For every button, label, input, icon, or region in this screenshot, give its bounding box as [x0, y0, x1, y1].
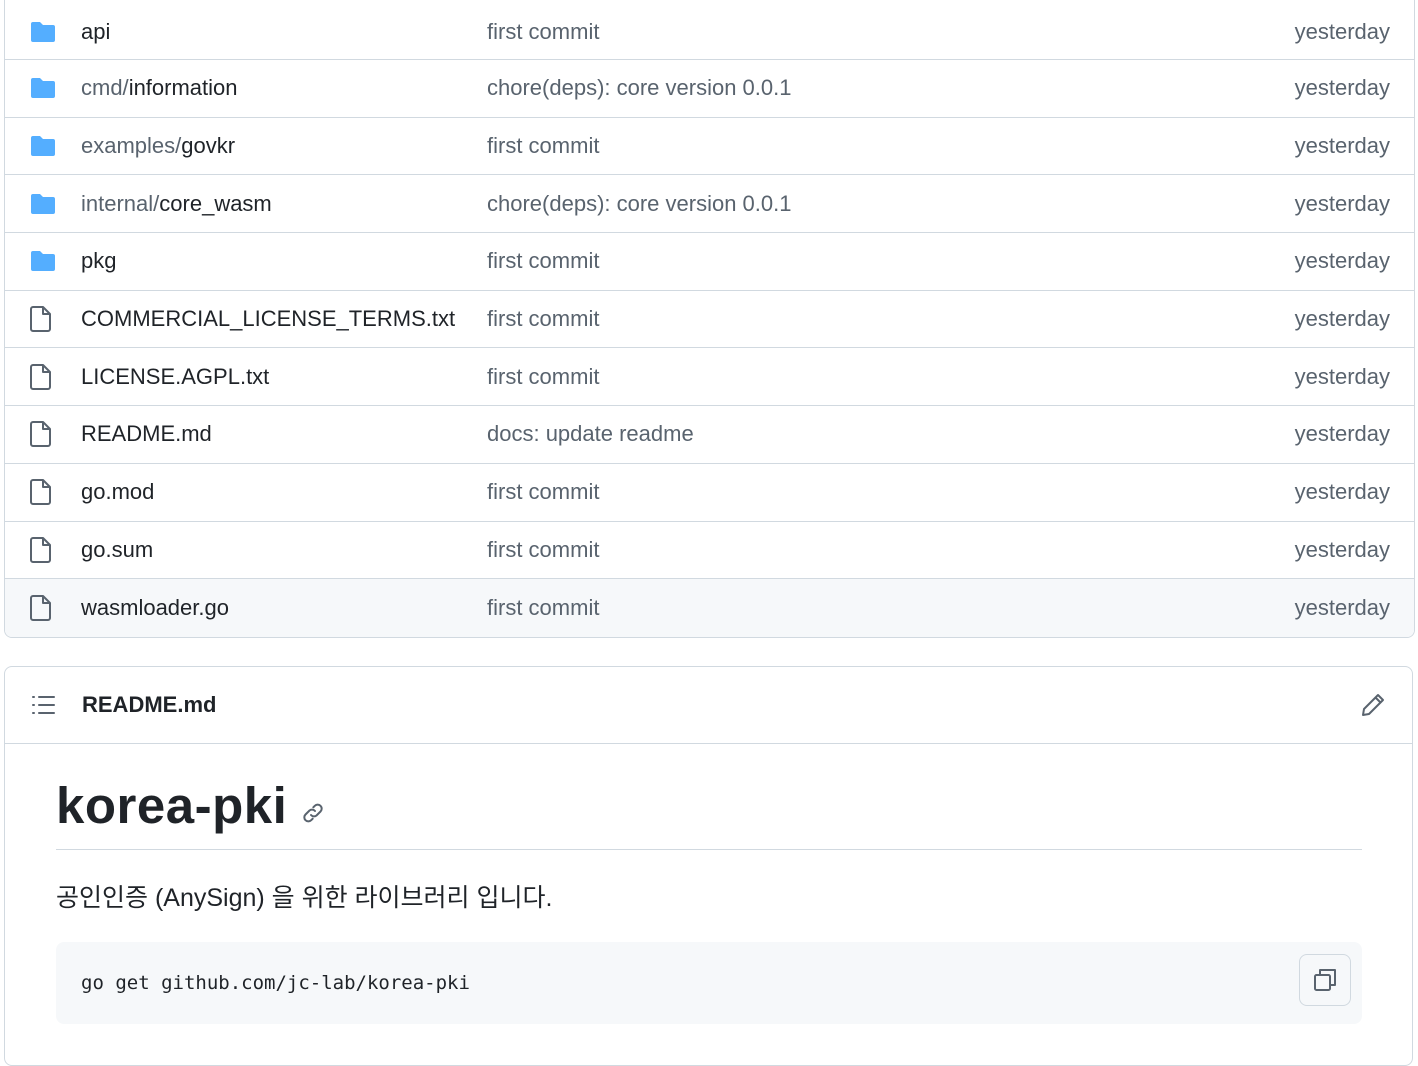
file-name-link[interactable]: internal/core_wasm [81, 191, 487, 217]
file-name-link[interactable]: wasmloader.go [81, 595, 487, 621]
file-name: pkg [81, 248, 117, 274]
commit-date: yesterday [1294, 75, 1390, 101]
file-name: wasmloader.go [81, 595, 229, 621]
file-path-prefix: cmd/ [81, 75, 129, 101]
copy-icon [1314, 969, 1336, 991]
commit-message-link[interactable]: docs: update readme [487, 421, 1295, 447]
file-name-link[interactable]: LICENSE.AGPL.txt [81, 364, 487, 390]
table-row[interactable]: pkg first commit yesterday [5, 233, 1414, 291]
commit-date: yesterday [1294, 536, 1390, 562]
commit-date: yesterday [1294, 363, 1390, 389]
commit-message-link[interactable]: first commit [487, 133, 1295, 159]
file-name-link[interactable]: api [81, 19, 487, 45]
commit-message-link[interactable]: chore(deps): core version 0.0.1 [487, 75, 1295, 101]
file-icon [30, 595, 58, 622]
file-name-link[interactable]: COMMERCIAL_LICENSE_TERMS.txt [81, 306, 487, 332]
file-list-table: api first commit yesterday cmd/information c… [4, 0, 1415, 638]
file-icon [30, 536, 58, 563]
file-name-link[interactable]: go.mod [81, 479, 487, 505]
file-path-prefix: examples/ [81, 133, 182, 159]
table-row[interactable]: internal/core_wasm chore(deps): core vers… [5, 175, 1414, 234]
edit-pencil-icon[interactable] [1360, 692, 1386, 718]
file-name: go.mod [81, 479, 155, 505]
table-row[interactable]: README.md docs: update readme yesterday [5, 406, 1414, 464]
readme-title[interactable]: README.md [82, 692, 1360, 718]
file-name: core_wasm [159, 190, 272, 216]
file-icon [30, 306, 58, 333]
table-row[interactable]: go.mod first commit yesterday [5, 464, 1414, 522]
file-name: information [128, 75, 238, 101]
table-row[interactable]: COMMERCIAL_LICENSE_TERMS.txt first commit… [5, 291, 1414, 349]
table-row[interactable]: go.sum first commit yesterday [5, 522, 1414, 580]
readme-heading: korea-pki [56, 776, 1362, 850]
code-block: go get github.com/jc-lab/korea-pki [56, 942, 1362, 1024]
commit-date: yesterday [1294, 421, 1390, 447]
readme-heading-text: korea-pki [56, 777, 288, 834]
folder-icon [30, 193, 58, 215]
commit-date: yesterday [1294, 306, 1390, 332]
file-icon [30, 421, 58, 448]
commit-message-link[interactable]: first commit [487, 537, 1295, 563]
table-row[interactable]: LICENSE.AGPL.txt first commit yesterday [5, 348, 1414, 407]
folder-icon [30, 77, 58, 99]
link-anchor-icon[interactable] [301, 801, 325, 825]
file-name: LICENSE.AGPL.txt [81, 363, 270, 389]
file-name: api [81, 18, 111, 44]
copy-button[interactable] [1299, 954, 1351, 1006]
file-icon [30, 363, 58, 390]
table-row[interactable]: wasmloader.go first commit yesterday [5, 579, 1414, 637]
commit-date: yesterday [1294, 18, 1390, 44]
file-name: govkr [181, 133, 236, 159]
file-name-link[interactable]: go.sum [81, 537, 487, 563]
commit-message-link[interactable]: first commit [487, 248, 1295, 274]
file-name: README.md [81, 421, 212, 447]
commit-message-link[interactable]: first commit [487, 364, 1295, 390]
file-icon [30, 479, 58, 506]
readme-description: 공인인증 (AnySign) 을 위한 라이브러리 입니다. [56, 884, 553, 912]
readme-header: README.md [5, 667, 1412, 744]
folder-icon [30, 21, 58, 43]
table-row[interactable]: examples/govkr first commit yesterday [5, 118, 1414, 176]
readme-panel: README.md korea-pki 공인인증 (AnySign) 을 위한 … [4, 666, 1413, 1066]
readme-body: korea-pki 공인인증 (AnySign) 을 위한 라이브러리 입니다.… [5, 776, 1412, 1024]
commit-date: yesterday [1294, 248, 1390, 274]
commit-message-link[interactable]: first commit [487, 595, 1295, 621]
folder-icon [30, 250, 58, 272]
commit-date: yesterday [1294, 479, 1390, 505]
install-command[interactable]: go get github.com/jc-lab/korea-pki [81, 972, 470, 994]
commit-message-link[interactable]: first commit [487, 306, 1295, 332]
file-name: go.sum [81, 536, 154, 562]
folder-icon [30, 135, 58, 157]
table-row[interactable]: api first commit yesterday [5, 4, 1414, 60]
file-name: COMMERCIAL_LICENSE_TERMS.txt [81, 306, 456, 332]
list-icon[interactable] [32, 695, 56, 715]
file-name-link[interactable]: cmd/information [81, 75, 487, 101]
file-path-prefix: internal/ [81, 190, 160, 216]
table-row[interactable]: cmd/information chore(deps): core version… [5, 60, 1414, 118]
file-name-link[interactable]: examples/govkr [81, 133, 487, 159]
file-name-link[interactable]: pkg [81, 248, 487, 274]
commit-message-link[interactable]: first commit [487, 479, 1295, 505]
file-name-link[interactable]: README.md [81, 421, 487, 447]
commit-date: yesterday [1294, 190, 1390, 216]
commit-date: yesterday [1294, 133, 1390, 159]
commit-message-link[interactable]: first commit [487, 19, 1295, 45]
commit-message-link[interactable]: chore(deps): core version 0.0.1 [487, 191, 1295, 217]
commit-date: yesterday [1294, 595, 1390, 621]
